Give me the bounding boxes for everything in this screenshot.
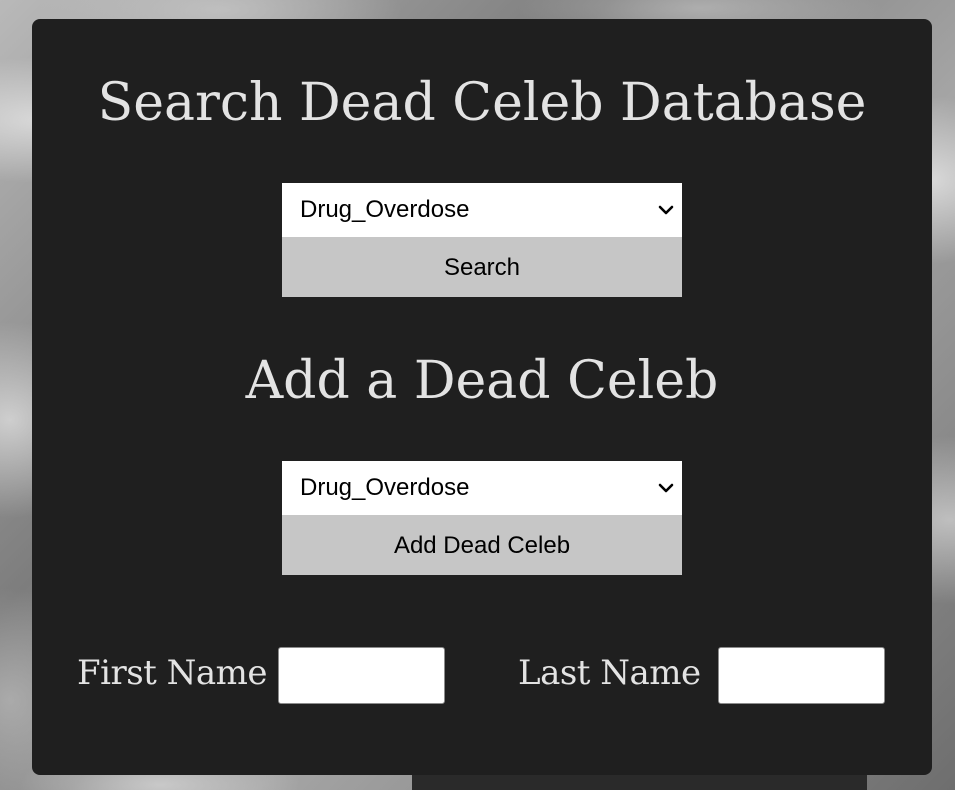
chevron-down-icon (658, 205, 674, 215)
last-name-label: Last Name (518, 653, 701, 693)
search-cause-select-value: Drug_Overdose (300, 196, 470, 223)
last-name-field[interactable] (718, 647, 885, 704)
search-button[interactable]: Search (282, 237, 682, 297)
first-name-field[interactable] (278, 647, 445, 704)
main-panel: Search Dead Celeb Database Drug_Overdose… (32, 19, 932, 775)
add-cause-select[interactable]: Drug_Overdose (282, 461, 682, 515)
search-heading: Search Dead Celeb Database (97, 73, 867, 133)
add-dead-celeb-button[interactable]: Add Dead Celeb (282, 515, 682, 575)
chevron-down-icon (658, 483, 674, 493)
first-name-label: First Name (77, 653, 268, 693)
search-cause-select[interactable]: Drug_Overdose (282, 183, 682, 237)
add-cause-select-value: Drug_Overdose (300, 474, 470, 501)
add-celeb-heading: Add a Dead Celeb (245, 351, 719, 411)
